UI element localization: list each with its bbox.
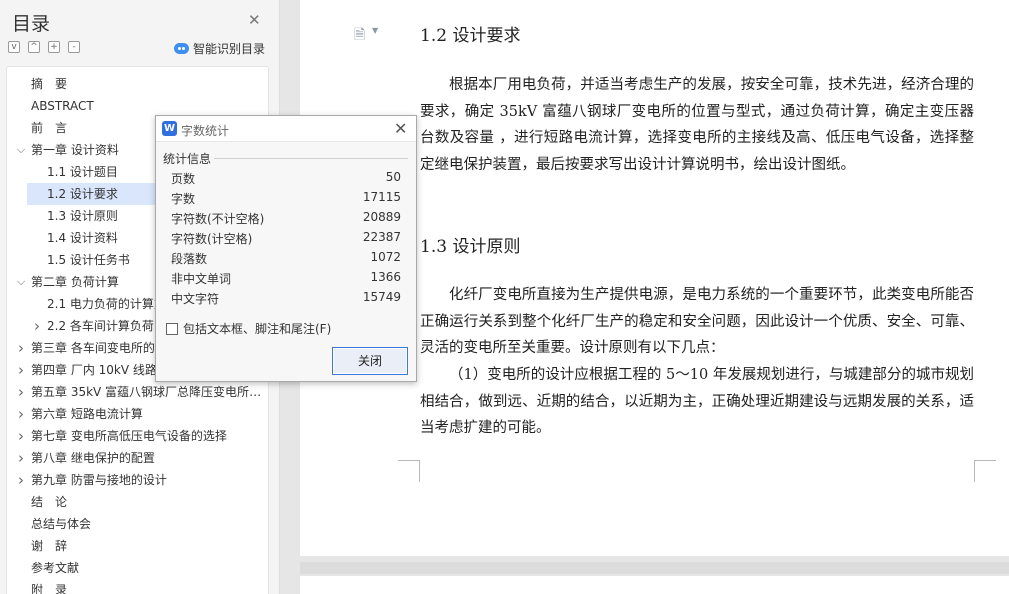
toc-item[interactable]: › 第五章 35kV 富蕴八钢球厂总降压变电所的设计 bbox=[7, 381, 268, 403]
remove-level-icon[interactable]: - bbox=[68, 41, 80, 53]
toc-item-label: 参考文献 bbox=[31, 561, 80, 575]
chevron-right-icon[interactable]: › bbox=[31, 315, 43, 337]
chevron-right-icon[interactable]: › bbox=[15, 403, 27, 425]
smart-toc-label: 智能识别目录 bbox=[193, 42, 266, 56]
toc-title: 目录 bbox=[12, 13, 51, 35]
wps-logo-icon: W bbox=[162, 121, 177, 136]
stat-label: 字数 bbox=[171, 192, 196, 206]
smart-recognition-icon bbox=[174, 43, 189, 54]
stat-label: 段落数 bbox=[171, 252, 208, 266]
toc-item[interactable]: 谢 辞 bbox=[7, 535, 268, 557]
heading-design-principles: 1.3 设计原则 bbox=[420, 237, 521, 257]
page-gap bbox=[300, 562, 1009, 574]
toc-item[interactable]: › 第六章 短路电流计算 bbox=[7, 403, 268, 425]
toc-item-label: 第八章 继电保护的配置 bbox=[31, 451, 155, 465]
toc-item[interactable]: 总结与体会 bbox=[7, 513, 268, 535]
include-option-label: 包括文本框、脚注和尾注(F) bbox=[183, 322, 332, 336]
stat-label: 字符数(计空格) bbox=[171, 232, 253, 246]
checkbox-icon[interactable] bbox=[166, 322, 178, 335]
close-sidebar-icon[interactable]: ✕ bbox=[248, 11, 261, 29]
section-divider bbox=[214, 158, 408, 159]
stat-row: 字符数(计空格) 22387 bbox=[171, 230, 401, 250]
toc-item[interactable]: 摘 要 bbox=[7, 73, 268, 95]
stat-label: 字符数(不计空格) bbox=[171, 212, 265, 226]
toc-item-label: 摘 要 bbox=[31, 77, 68, 91]
toc-item[interactable]: 附 录 bbox=[7, 579, 268, 594]
dialog-title: 字数统计 bbox=[181, 124, 230, 138]
paragraph-design-requirements: 根据本厂用电负荷，并适当考虑生产的发展，按安全可靠，技术先进，经济合理的要求，确… bbox=[420, 77, 974, 173]
stat-value: 1366 bbox=[370, 270, 401, 284]
smart-toc-button[interactable]: 智能识别目录 bbox=[174, 40, 265, 57]
toc-item-label: ABSTRACT bbox=[31, 99, 94, 113]
stat-label: 中文字符 bbox=[171, 292, 220, 306]
next-page bbox=[300, 576, 1009, 594]
chevron-right-icon[interactable]: › bbox=[15, 425, 27, 447]
dialog-titlebar[interactable]: W 字数统计 ✕ bbox=[156, 116, 416, 142]
stat-label: 页数 bbox=[171, 172, 196, 186]
toc-item-label: 附 录 bbox=[31, 583, 68, 594]
document-icon[interactable]: 🗎 bbox=[354, 24, 365, 48]
toc-item[interactable]: › 第八章 继电保护的配置 bbox=[7, 447, 268, 469]
toc-item-label: 第九章 防雷与接地的设计 bbox=[31, 473, 167, 487]
stat-row: 页数 50 bbox=[171, 170, 401, 190]
close-button[interactable]: 关闭 bbox=[332, 347, 408, 375]
chevron-down-icon[interactable]: ⌵ bbox=[15, 271, 27, 293]
stat-row: 字符数(不计空格) 20889 bbox=[171, 210, 401, 230]
toc-item[interactable]: › 第七章 变电所高低压电气设备的选择 bbox=[7, 425, 268, 447]
toc-item[interactable]: 参考文献 bbox=[7, 557, 268, 579]
toc-item-label: 谢 辞 bbox=[31, 539, 68, 553]
stat-row: 字数 17115 bbox=[171, 190, 401, 210]
stat-row: 中文字符 15749 bbox=[171, 290, 401, 310]
chevron-right-icon[interactable]: › bbox=[15, 447, 27, 469]
toc-item[interactable]: › 第九章 防雷与接地的设计 bbox=[7, 469, 268, 491]
chevron-right-icon[interactable]: › bbox=[15, 469, 27, 491]
stat-row: 段落数 1072 bbox=[171, 250, 401, 270]
chevron-right-icon[interactable]: › bbox=[15, 381, 27, 403]
word-count-dialog: W 字数统计 ✕ 统计信息 页数 50 字数 17115 字符数(不计空格) 20889 字… bbox=[155, 115, 417, 382]
heading-design-requirements: 1.2 设计要求 bbox=[420, 26, 521, 46]
paragraph-principle-1: （1）变电所的设计应根据工程的 5～10 年发展规划进行，与城建部分的城市规划相… bbox=[420, 367, 974, 437]
stat-row: 非中文单词 1366 bbox=[171, 270, 401, 290]
margin-corner-mark bbox=[398, 460, 420, 482]
margin-corner-mark bbox=[974, 460, 996, 482]
stat-value: 15749 bbox=[362, 290, 401, 304]
toc-item-label: 第七章 变电所高低压电气设备的选择 bbox=[31, 429, 227, 443]
toc-item[interactable]: 结 论 bbox=[7, 491, 268, 513]
stats-section-label: 统计信息 bbox=[163, 150, 215, 167]
toc-item[interactable]: ABSTRACT bbox=[7, 95, 268, 117]
chevron-down-icon[interactable]: ⌵ bbox=[15, 139, 27, 161]
toc-item-label: 第五章 35kV 富蕴八钢球厂总降压变电所的设计 bbox=[31, 385, 262, 399]
toc-toolbar: v ^ + - bbox=[8, 41, 80, 53]
toc-item-label: 结 论 bbox=[31, 495, 68, 509]
stat-value: 20889 bbox=[362, 210, 401, 224]
close-dialog-icon[interactable]: ✕ bbox=[394, 119, 407, 138]
paragraph-design-principles: 化纤厂变电所直接为生产提供电源，是电力系统的一个重要环节，此类变电所能否正确运行… bbox=[420, 287, 974, 357]
stat-value: 50 bbox=[385, 170, 401, 184]
include-textbox-footnotes-checkbox[interactable]: 包括文本框、脚注和尾注(F) bbox=[166, 320, 331, 337]
chevron-right-icon[interactable]: › bbox=[15, 359, 27, 381]
collapse-all-icon[interactable]: ^ bbox=[28, 41, 40, 53]
stat-value: 1072 bbox=[370, 250, 401, 264]
stat-label: 非中文单词 bbox=[171, 272, 232, 286]
expand-all-icon[interactable]: v bbox=[8, 41, 20, 53]
chevron-right-icon[interactable]: › bbox=[15, 337, 27, 359]
toc-item-label: 第六章 短路电流计算 bbox=[31, 407, 143, 421]
add-level-icon[interactable]: + bbox=[48, 41, 60, 53]
chevron-down-icon[interactable]: ▼ bbox=[372, 26, 378, 35]
stat-value: 22387 bbox=[362, 230, 401, 244]
toc-item-label: 总结与体会 bbox=[31, 517, 92, 531]
stat-value: 17115 bbox=[362, 190, 401, 204]
